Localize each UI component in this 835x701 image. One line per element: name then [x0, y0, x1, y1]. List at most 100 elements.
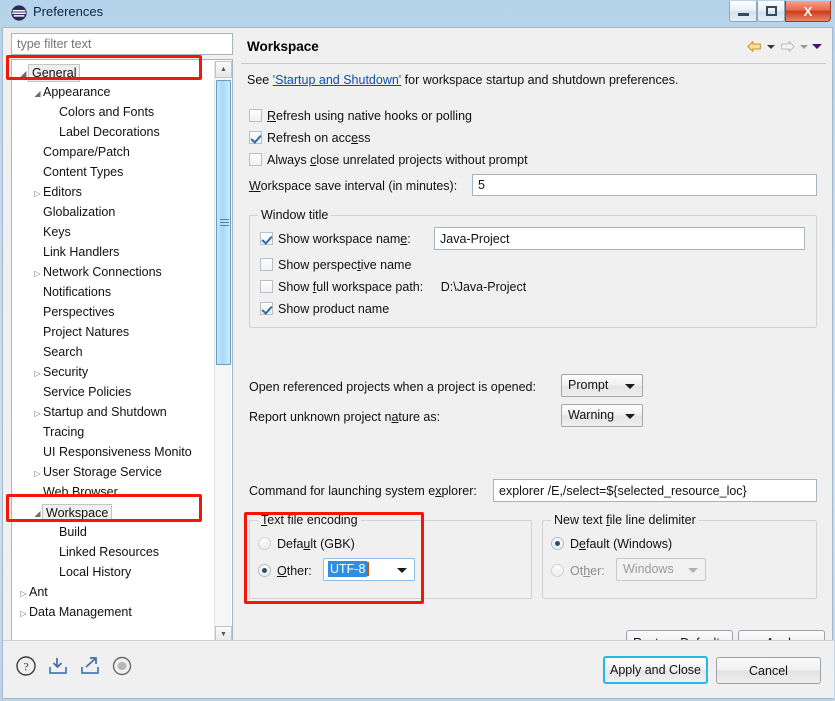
tree-item-linked-resources[interactable]: Linked Resources — [12, 542, 212, 562]
filter-input[interactable] — [11, 33, 233, 55]
restore-icon — [765, 6, 777, 16]
encoding-other-radio[interactable] — [258, 564, 271, 577]
apply-and-close-button[interactable]: Apply and Close — [603, 656, 708, 684]
open-referenced-combo[interactable]: Prompt — [561, 374, 643, 397]
forward-history-chevron-down-icon[interactable] — [800, 44, 808, 49]
tree-item-tracing[interactable]: Tracing — [12, 422, 212, 442]
tree-item-label: Content Types — [43, 165, 124, 179]
vertical-scroll-thumb[interactable] — [216, 80, 231, 365]
tree-item-label: Globalization — [43, 205, 116, 219]
show-workspace-name-row[interactable]: Show workspace name: — [260, 230, 411, 248]
tree-item-ant[interactable]: ▷ Ant — [12, 582, 212, 602]
apply-and-close-label: Apply and Close — [609, 663, 702, 677]
tree-vertical-scrollbar[interactable]: ▲ ▼ — [214, 61, 232, 642]
tree-item-content-types[interactable]: Content Types — [12, 162, 212, 182]
scroll-up-icon[interactable]: ▲ — [215, 61, 232, 78]
expand-arrow-right-icon[interactable]: ▷ — [18, 584, 29, 604]
command-explorer-label: Command for launching system explorer: — [249, 484, 477, 498]
back-arrow-icon[interactable] — [746, 39, 763, 54]
tree-item-build[interactable]: Build — [12, 522, 212, 542]
report-nature-combo[interactable]: Warning — [561, 404, 643, 427]
refresh-native-hooks-checkbox[interactable] — [249, 109, 262, 122]
workspace-name-input[interactable] — [434, 227, 805, 250]
tree-item-editors[interactable]: ▷ Editors — [12, 182, 212, 202]
text-file-encoding-group: Text file encoding Default (GBK) Other: … — [249, 513, 532, 599]
expand-arrow-right-icon[interactable]: ▷ — [32, 364, 43, 384]
tree-item-startup-and-shutdown[interactable]: ▷ Startup and Shutdown — [12, 402, 212, 422]
tree-item-network-connections[interactable]: ▷ Network Connections — [12, 262, 212, 282]
tree-item-label: Search — [43, 345, 83, 359]
show-perspective-name-row[interactable]: Show perspective name — [260, 256, 411, 274]
tree-item-user-storage-service[interactable]: ▷ User Storage Service — [12, 462, 212, 482]
delimiter-default-radio-row[interactable]: Default (Windows) — [551, 535, 672, 553]
minimize-button[interactable] — [729, 1, 757, 22]
tree-item-label: Linked Resources — [59, 545, 160, 559]
startup-shutdown-hint: See 'Startup and Shutdown' for workspace… — [247, 73, 678, 87]
expand-arrow-right-icon[interactable]: ▷ — [32, 264, 43, 284]
tree-item-data-management[interactable]: ▷ Data Management — [12, 602, 212, 622]
command-explorer-input[interactable] — [493, 479, 817, 502]
show-perspective-name-checkbox[interactable] — [260, 258, 273, 271]
tree-item-web-browser[interactable]: Web Browser — [12, 482, 212, 502]
tree-item-compare-patch[interactable]: Compare/Patch — [12, 142, 212, 162]
back-history-chevron-down-icon[interactable] — [767, 44, 775, 49]
tree-item-colors-and-fonts[interactable]: Colors and Fonts — [12, 102, 212, 122]
refresh-native-hooks-checkbox-row[interactable]: Refresh using native hooks or polling — [249, 107, 472, 125]
tree-item-ui-responsiveness-monito[interactable]: UI Responsiveness Monito — [12, 442, 212, 462]
tree-item-search[interactable]: Search — [12, 342, 212, 362]
tree-item-appearance[interactable]: ◢ Appearance — [12, 82, 212, 102]
tree-item-link-handlers[interactable]: Link Handlers — [12, 242, 212, 262]
tree-item-label: UI Responsiveness Monito — [43, 445, 192, 459]
help-icon[interactable]: ? — [15, 655, 37, 677]
expand-arrow-right-icon[interactable]: ▷ — [32, 404, 43, 424]
always-close-unrelated-checkbox-row[interactable]: Always close unrelated projects without … — [249, 151, 528, 169]
tree-item-security[interactable]: ▷ Security — [12, 362, 212, 382]
show-workspace-name-checkbox[interactable] — [260, 232, 273, 245]
preferences-tree[interactable]: ◢ General ◢ Appearance Colors and Fonts Label… — [11, 59, 233, 643]
startup-and-shutdown-link[interactable]: 'Startup and Shutdown' — [273, 73, 401, 87]
encoding-other-combo[interactable]: UTF-8 — [323, 558, 415, 581]
cancel-button[interactable]: Cancel — [716, 657, 821, 684]
close-button[interactable]: X — [785, 1, 831, 22]
view-menu-icon[interactable] — [812, 44, 822, 49]
delimiter-other-radio[interactable] — [551, 564, 564, 577]
info-icon[interactable] — [111, 655, 133, 677]
delimiter-default-radio[interactable] — [551, 537, 564, 550]
tree-item-perspectives[interactable]: Perspectives — [12, 302, 212, 322]
expand-arrow-right-icon[interactable]: ▷ — [32, 184, 43, 204]
line-delimiter-group-label: New text file line delimiter — [551, 513, 699, 527]
open-referenced-label: Open referenced projects when a project … — [249, 380, 536, 394]
show-full-workspace-path-row[interactable]: Show full workspace path: D:\Java-Projec… — [260, 278, 526, 296]
delimiter-other-radio-row[interactable]: Other: — [551, 562, 605, 580]
always-close-unrelated-checkbox[interactable] — [249, 153, 262, 166]
save-interval-input[interactable] — [472, 174, 817, 196]
restore-button[interactable] — [757, 1, 785, 22]
show-product-name-checkbox[interactable] — [260, 302, 273, 315]
chevron-down-icon — [625, 384, 635, 389]
preferences-dialog: ◢General◢AppearanceColors and FontsLabel… — [2, 27, 834, 699]
minimize-icon — [737, 13, 749, 16]
tree-item-workspace[interactable]: ◢ Workspace — [12, 502, 212, 522]
show-workspace-name-label: Show workspace name: — [278, 232, 411, 246]
expand-arrow-right-icon[interactable]: ▷ — [32, 464, 43, 484]
expand-arrow-down-icon[interactable]: ◢ — [32, 84, 43, 104]
show-product-name-row[interactable]: Show product name — [260, 300, 389, 318]
encoding-default-radio[interactable] — [258, 537, 271, 550]
encoding-default-radio-row[interactable]: Default (GBK) — [258, 535, 355, 553]
show-full-workspace-path-checkbox[interactable] — [260, 280, 273, 293]
tree-item-service-policies[interactable]: Service Policies — [12, 382, 212, 402]
encoding-other-radio-row[interactable]: Other: — [258, 562, 312, 580]
import-icon[interactable] — [47, 655, 69, 677]
tree-item-label-decorations[interactable]: Label Decorations — [12, 122, 212, 142]
tree-item-notifications[interactable]: Notifications — [12, 282, 212, 302]
refresh-on-access-checkbox-row[interactable]: Refresh on access — [249, 129, 371, 147]
tree-item-general[interactable]: ◢ General — [12, 62, 212, 82]
export-icon[interactable] — [79, 655, 101, 677]
chevron-down-icon — [625, 414, 635, 419]
tree-item-project-natures[interactable]: Project Natures — [12, 322, 212, 342]
refresh-on-access-checkbox[interactable] — [249, 131, 262, 144]
tree-item-keys[interactable]: Keys — [12, 222, 212, 242]
tree-item-globalization[interactable]: Globalization — [12, 202, 212, 222]
expand-arrow-right-icon[interactable]: ▷ — [18, 604, 29, 624]
tree-item-local-history[interactable]: Local History — [12, 562, 212, 582]
